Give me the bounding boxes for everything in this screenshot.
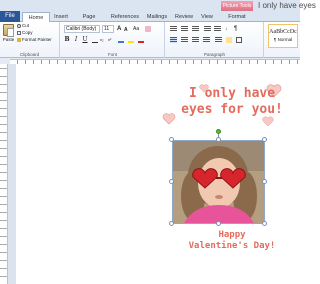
resize-handle-bottom-left[interactable] — [169, 221, 174, 226]
line-spacing-icon[interactable] — [215, 37, 222, 43]
clipboard-group-label: Clipboard — [19, 52, 40, 57]
style-normal[interactable]: AaBbCcDc ¶ Normal — [268, 24, 298, 48]
greeting-line-1: Happy — [218, 230, 246, 240]
font-group: Calibri (Body) 11 A A Aa B I U x₂ x² Fon… — [61, 22, 165, 58]
resize-handle-bottom-right[interactable] — [262, 221, 267, 226]
font-color-icon[interactable] — [138, 37, 144, 43]
shrink-font-icon[interactable]: A — [124, 27, 130, 33]
tab-mailings[interactable]: Mailings — [144, 12, 170, 22]
font-size-select[interactable]: 11 — [102, 25, 114, 33]
highlight-icon[interactable] — [128, 37, 134, 43]
bold-button[interactable]: B — [64, 36, 70, 43]
tab-page-layout[interactable]: Page Layout — [74, 12, 104, 30]
headline-line-2: eyes for you! — [181, 102, 283, 117]
tab-format[interactable]: Format — [225, 12, 249, 22]
multilevel-list-icon[interactable] — [192, 26, 199, 32]
clipboard-group: Paste Cut Copy Format Painter Clipboard — [0, 22, 60, 58]
copy-button[interactable]: Copy — [17, 30, 33, 36]
resize-handle-bottom[interactable] — [216, 221, 221, 226]
resize-handle-top-left[interactable] — [169, 137, 174, 142]
underline-button[interactable]: U — [82, 36, 88, 43]
resize-handle-right[interactable] — [262, 179, 267, 184]
paragraph-group-label: Paragraph — [203, 52, 225, 57]
ribbon-tab-row: File Home Insert Page Layout References … — [0, 11, 300, 30]
brush-icon — [17, 37, 21, 42]
align-right-icon[interactable] — [192, 37, 199, 43]
tab-review[interactable]: Review — [174, 12, 194, 22]
tab-insert[interactable]: Insert — [51, 12, 71, 22]
font-group-label: Font — [107, 52, 117, 57]
grow-font-icon[interactable]: A — [117, 26, 123, 32]
style-name: ¶ Normal — [273, 37, 293, 42]
show-formatting-icon[interactable]: ¶ — [234, 26, 240, 32]
style-sample: AaBbCcDc — [269, 29, 297, 35]
resize-handle-top-right[interactable] — [262, 137, 267, 142]
picture-tools-context-tab[interactable]: Picture Tools — [221, 1, 253, 11]
tab-file[interactable]: File — [0, 11, 20, 22]
paste-label: Paste — [2, 37, 15, 42]
heart-icon — [162, 113, 176, 125]
justify-icon[interactable] — [203, 37, 210, 43]
borders-icon[interactable] — [236, 37, 242, 43]
paste-icon — [3, 24, 14, 37]
tab-view[interactable]: View — [199, 12, 215, 22]
girl-with-heart-glasses-image — [173, 141, 264, 223]
shading-icon[interactable] — [226, 37, 232, 43]
align-center-icon[interactable] — [181, 37, 188, 43]
sort-icon[interactable]: ↓ — [225, 26, 231, 32]
paste-button[interactable]: Paste — [2, 24, 15, 46]
font-name-select[interactable]: Calibri (Body) — [64, 25, 100, 33]
document-page[interactable]: I only have eyes for you! Happy Valentin… — [16, 64, 300, 284]
tab-references[interactable]: References — [110, 12, 140, 22]
headline[interactable]: I only have eyes for you! — [176, 86, 288, 118]
scissors-icon — [17, 23, 21, 28]
title-bar: Picture Tools I only have eyes — [0, 0, 316, 11]
increase-indent-icon[interactable] — [214, 26, 221, 32]
subscript-icon[interactable]: x₂ — [100, 37, 106, 43]
decrease-indent-icon[interactable] — [204, 26, 211, 32]
paragraph-group: ↓ ¶ Paragraph — [166, 22, 264, 58]
copy-icon — [17, 30, 21, 35]
superscript-icon[interactable]: x² — [108, 37, 114, 43]
cut-button[interactable]: Cut — [17, 23, 29, 29]
greeting-line-2: Valentine's Day! — [188, 241, 276, 251]
clear-formatting-icon[interactable] — [145, 26, 151, 32]
window-title: I only have eyes — [258, 1, 316, 10]
bullets-icon[interactable] — [170, 26, 177, 32]
vertical-ruler[interactable] — [0, 64, 8, 284]
resize-handle-top[interactable] — [216, 137, 221, 142]
greeting-text[interactable]: Happy Valentine's Day! — [176, 230, 288, 252]
align-left-icon[interactable] — [170, 37, 177, 43]
italic-button[interactable]: I — [73, 36, 79, 43]
format-painter-button[interactable]: Format Painter — [17, 37, 52, 43]
change-case-icon[interactable]: Aa — [133, 26, 139, 32]
headline-line-1: I only have — [188, 86, 276, 101]
numbering-icon[interactable] — [181, 26, 188, 32]
document-area: I only have eyes for you! Happy Valentin… — [0, 64, 300, 284]
text-effects-icon[interactable] — [118, 37, 124, 43]
strikethrough-icon[interactable] — [92, 37, 98, 43]
selected-photo[interactable] — [172, 140, 265, 224]
ribbon: Paste Cut Copy Format Painter Clipboard … — [0, 22, 300, 58]
resize-handle-left[interactable] — [169, 179, 174, 184]
